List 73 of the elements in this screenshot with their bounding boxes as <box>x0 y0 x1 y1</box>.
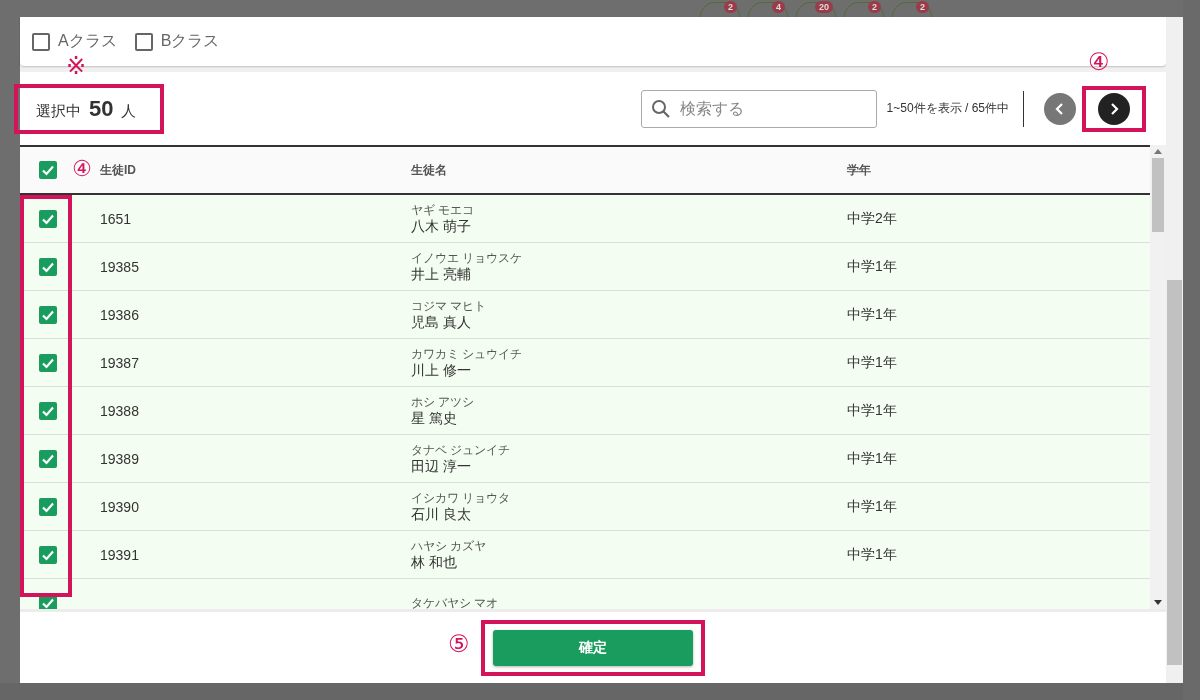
student-id: 19389 <box>100 450 139 467</box>
count-badge: 2 <box>724 1 737 13</box>
result-range: 1~50件を表示 / 65件中 <box>886 100 1009 117</box>
grade: 中学1年 <box>847 449 897 466</box>
selection-count: 選択中 50 人 <box>14 83 165 134</box>
page-scrollbar[interactable] <box>1183 0 1200 700</box>
grade: 中学1年 <box>847 401 897 418</box>
student-name: 八木 萌子 <box>411 218 472 235</box>
name-reading: イノウエ リョウスケ <box>411 252 524 265</box>
table-scrollbar[interactable] <box>1150 145 1166 609</box>
step-number: ④ <box>1088 49 1110 74</box>
chevron-right-icon <box>1109 102 1119 115</box>
column-header: 学年 <box>847 161 872 179</box>
student-id: 1651 <box>100 210 132 227</box>
grade: 中学1年 <box>847 305 897 322</box>
name-reading: コジマ マヒト <box>411 300 488 313</box>
scroll-up-icon <box>1154 149 1162 154</box>
count-badge: 2 <box>868 1 881 13</box>
student-name: 田辺 淳一 <box>411 458 472 475</box>
class-checkbox[interactable]: Aクラス <box>32 31 117 52</box>
name-reading: イシカワ リョウタ <box>411 492 512 505</box>
chevron-left-icon <box>1055 102 1065 115</box>
modal-scrollbar[interactable] <box>1166 17 1183 683</box>
count-badge: 2 <box>916 1 929 13</box>
row-checkbox[interactable] <box>38 305 57 324</box>
student-name: 石川 良太 <box>411 506 472 523</box>
search-field[interactable]: 検索する <box>640 89 877 128</box>
student-id: 19391 <box>100 546 139 563</box>
row-checkbox[interactable] <box>38 401 57 420</box>
grade: 中学1年 <box>847 257 897 274</box>
grade: 中学1年 <box>847 497 897 514</box>
row-checkbox[interactable] <box>38 353 57 372</box>
count-badge: 4 <box>772 1 785 13</box>
grade: 中学1年 <box>847 545 897 562</box>
scrollbar-thumb[interactable] <box>1167 280 1182 665</box>
name-reading: ハヤシ カズヤ <box>411 540 488 553</box>
student-id: 19390 <box>100 498 139 515</box>
row-checkbox[interactable] <box>38 545 57 564</box>
step-number: ⑤ <box>448 632 470 656</box>
student-id: 19388 <box>100 402 139 419</box>
student-name: 児島 真人 <box>411 314 472 331</box>
step-number: ④ <box>72 157 92 181</box>
student-name: 井上 亮輔 <box>411 266 472 283</box>
student-name: 星 篤史 <box>411 410 458 427</box>
name-reading: カワカミ シュウイチ <box>411 348 524 361</box>
column-header: 生徒名 <box>411 161 448 179</box>
scrollbar-thumb[interactable] <box>1152 158 1164 232</box>
column-header: 生徒ID <box>100 161 137 179</box>
row-checkbox[interactable] <box>38 209 57 228</box>
count-badge: 20 <box>815 1 833 13</box>
row-checkbox[interactable] <box>38 257 57 276</box>
student-id: 19385 <box>100 258 139 275</box>
name-reading: タナベ ジュンイチ <box>411 444 512 457</box>
confirm-button[interactable]: 確定 <box>493 629 693 666</box>
student-name: 林 和也 <box>411 554 458 571</box>
class-checkbox[interactable]: Bクラス <box>134 31 220 52</box>
student-id: 19386 <box>100 306 139 323</box>
student-id: 19387 <box>100 354 139 371</box>
note-mark: ※ <box>66 53 87 78</box>
next-page-button[interactable] <box>1098 92 1130 125</box>
highlight-frame <box>1082 85 1146 132</box>
student-row[interactable]: タケバヤシ マオ <box>20 579 1150 609</box>
row-checkbox[interactable] <box>38 497 57 516</box>
name-reading: ヤギ モエコ <box>411 204 476 217</box>
name-reading: ホシ アツシ <box>411 396 476 409</box>
search-icon <box>650 98 671 119</box>
scroll-down-icon <box>1154 600 1162 605</box>
select-all-checkbox[interactable] <box>38 161 57 179</box>
grade: 中学2年 <box>847 209 897 226</box>
student-name: 川上 修一 <box>411 362 472 379</box>
name-reading: タケバヤシ マオ <box>411 597 500 609</box>
row-checkbox[interactable] <box>38 449 57 468</box>
grade: 中学1年 <box>847 353 897 370</box>
